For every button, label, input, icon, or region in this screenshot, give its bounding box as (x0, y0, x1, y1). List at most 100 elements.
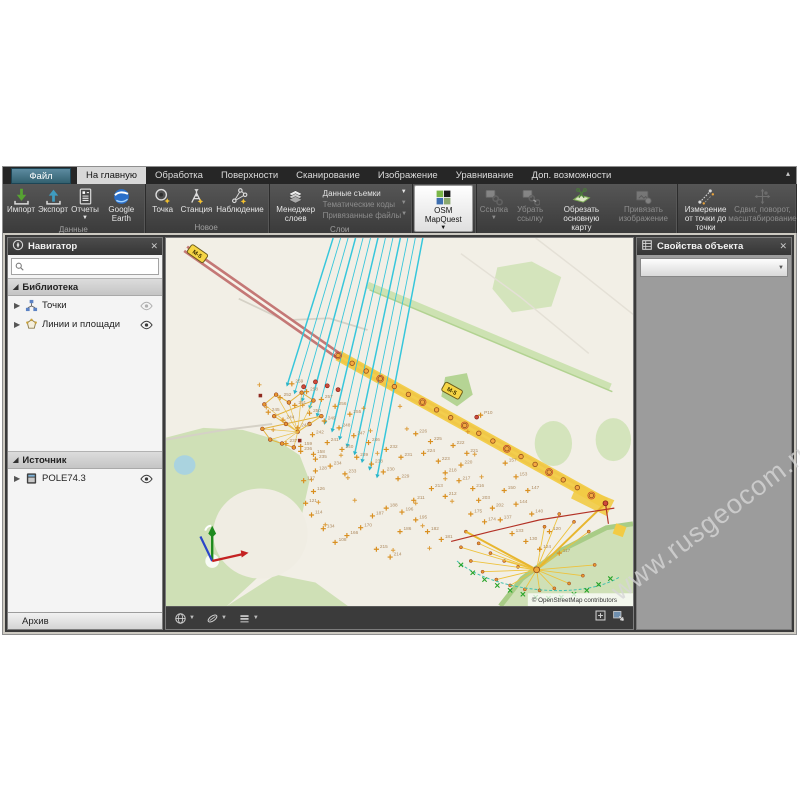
dropdown-arrow-icon: ▼ (82, 215, 88, 222)
survey-point-label: 229 (402, 473, 410, 478)
source-file-icon (25, 472, 38, 485)
archive-bar[interactable]: Архив (8, 612, 162, 629)
survey-point-label: 153 (520, 471, 528, 476)
survey-point-label: 158 (317, 449, 325, 454)
ribbon-group-2: ТочкаСтанцияНаблюдениеНовое (145, 184, 269, 233)
ribbon-button-import[interactable]: Импорт (5, 185, 37, 224)
ribbon-button-export[interactable]: Экспорт (37, 185, 69, 224)
survey-point-label: 127 (307, 475, 315, 480)
survey-point-label: 255 (353, 409, 361, 414)
tab-7[interactable]: Доп. возможности (523, 167, 621, 184)
globe-icon (174, 612, 187, 625)
survey-point-label: 188 (390, 503, 398, 508)
survey-point-label: 157 (509, 458, 517, 463)
survey-point-label: 234 (334, 461, 342, 466)
tree-item[interactable]: ▶Точки (8, 296, 162, 315)
map-edit-tool[interactable]: ▼ (206, 612, 227, 625)
visibility-eye-icon[interactable] (140, 320, 153, 330)
ribbon-button-reports[interactable]: Отчеты▼ (69, 185, 101, 224)
ribbon-button-transform[interactable]: Сдвиг, поворот, масштабирование (732, 185, 793, 232)
ribbon-button-layers-manager[interactable]: Менеджер слоев (271, 185, 321, 224)
ribbon-button-label: Привязать изображение (614, 206, 672, 224)
dropdown-label: Привязанные файлы (323, 211, 401, 220)
pond (174, 455, 196, 475)
ribbon-button-crop-map[interactable]: Обрезать основную карту (550, 185, 612, 232)
ribbon-button-observation[interactable]: Наблюдение (214, 185, 265, 222)
crop-map-icon (572, 186, 591, 206)
search-input[interactable] (27, 261, 155, 273)
ribbon-button-point[interactable]: Точка (147, 185, 179, 222)
ribbon-button-label: Станция (181, 206, 213, 215)
survey-point-label: 121 (309, 498, 317, 503)
link-icon (484, 186, 503, 206)
tree-item-label: POLE74.3 (42, 473, 86, 484)
survey-point-label: 134 (327, 523, 335, 528)
points-item-icon (25, 299, 38, 312)
dropdown-arrow-icon: ▼ (401, 189, 407, 198)
tab-5[interactable]: Изображение (369, 167, 447, 184)
ribbon-button-attach-image[interactable]: Привязать изображение (612, 185, 674, 232)
ribbon-button-label: Импорт (7, 206, 35, 215)
properties-close-icon[interactable]: ✕ (779, 241, 787, 252)
ribbon-button-link[interactable]: Ссылка▼ (478, 185, 510, 232)
survey-point-label: 195 (419, 515, 427, 520)
visibility-eye-icon[interactable] (140, 474, 153, 484)
ribbon-group-5: Ссылка▼Убрать ссылкуОбрезать основную ка… (476, 184, 678, 233)
section-expand-icon: ◢ (13, 456, 18, 464)
ribbon-button-label: Google Earth (103, 206, 140, 224)
survey-point-label: 249 (328, 416, 336, 421)
tree-item[interactable]: ▶ POLE74.3 (8, 469, 162, 488)
attach-image-icon (634, 186, 653, 206)
section-header-library[interactable]: ◢Библиотека (8, 278, 162, 296)
svg-text:© OpenStreetMap contributors: © OpenStreetMap contributors (532, 596, 617, 604)
visibility-eye-icon[interactable] (140, 301, 153, 311)
tab-2[interactable]: Обработка (146, 167, 212, 184)
ribbon-dropdown-2[interactable]: Тематические коды▼ (321, 200, 409, 209)
survey-point-label: 114 (315, 510, 323, 515)
ribbon-dropdown-1[interactable]: Данные съемки▼ (321, 189, 409, 198)
ribbon-collapse-icon[interactable]: ▴ (786, 169, 790, 178)
expand-arrow-icon[interactable]: ▶ (14, 301, 21, 310)
dropdown-label: Тематические коды (323, 200, 395, 209)
survey-point-label: 147 (531, 485, 539, 490)
section-header-source[interactable]: ◢Источник (8, 451, 162, 469)
ribbon-button-google-earth[interactable]: Google Earth (101, 185, 142, 224)
tree-item-label: Линии и площади (42, 319, 120, 330)
survey-point-label: 175 (474, 509, 482, 514)
survey-point-label: 239 (360, 452, 368, 457)
tree-item[interactable]: ▶ Линии и площади (8, 315, 162, 334)
ribbon-button-label: Менеджер слоев (273, 206, 319, 224)
survey-point-label: 120 (553, 526, 561, 531)
tab-1[interactable]: На главную (77, 167, 146, 184)
map-layers-tool[interactable]: ▼ (238, 612, 259, 625)
ribbon-group-6: Измерение от точки до точкиСдвиг, поворо… (677, 184, 796, 233)
tab-3[interactable]: Поверхности (212, 167, 287, 184)
tab-file[interactable]: Файл (11, 168, 71, 184)
tab-6[interactable]: Уравнивание (447, 167, 523, 184)
ribbon-button-label: Точка (152, 206, 173, 215)
navigator-close-icon[interactable]: ✕ (150, 241, 158, 252)
stylus-icon (206, 612, 219, 625)
survey-point-label: 241 (331, 437, 339, 442)
survey-point-label: 237 (289, 438, 297, 443)
search-box[interactable] (11, 258, 159, 275)
survey-point-label: 257 (325, 394, 333, 399)
survey-point-label: 174 (488, 516, 496, 521)
map-canvas[interactable]: 2592582572562552522512502492482472462452… (166, 238, 633, 606)
map-filter-tool[interactable]: ▼ (174, 612, 195, 625)
survey-point-label: 128 (319, 466, 327, 471)
section-label: Библиотека (22, 282, 78, 293)
tab-4[interactable]: Сканирование (287, 167, 369, 184)
ribbon-button-station[interactable]: Станция (179, 185, 215, 222)
ribbon-button-measure[interactable]: Измерение от точки до точки (679, 185, 731, 232)
ribbon-button-map-tiles[interactable]: OSM MapQuest▼ (414, 185, 473, 232)
unlink-icon (521, 186, 540, 206)
zoom-extent-button[interactable] (594, 609, 607, 627)
expand-arrow-icon[interactable]: ▶ (14, 474, 21, 483)
ribbon-button-unlink[interactable]: Убрать ссылку (510, 185, 551, 232)
expand-arrow-icon[interactable]: ▶ (14, 320, 21, 329)
survey-point-label: 223 (442, 456, 450, 461)
snapshot-button[interactable] (612, 609, 625, 627)
object-selector-combobox[interactable]: ▼ (640, 258, 788, 277)
ribbon-dropdown-3[interactable]: Привязанные файлы▼ (321, 211, 409, 220)
